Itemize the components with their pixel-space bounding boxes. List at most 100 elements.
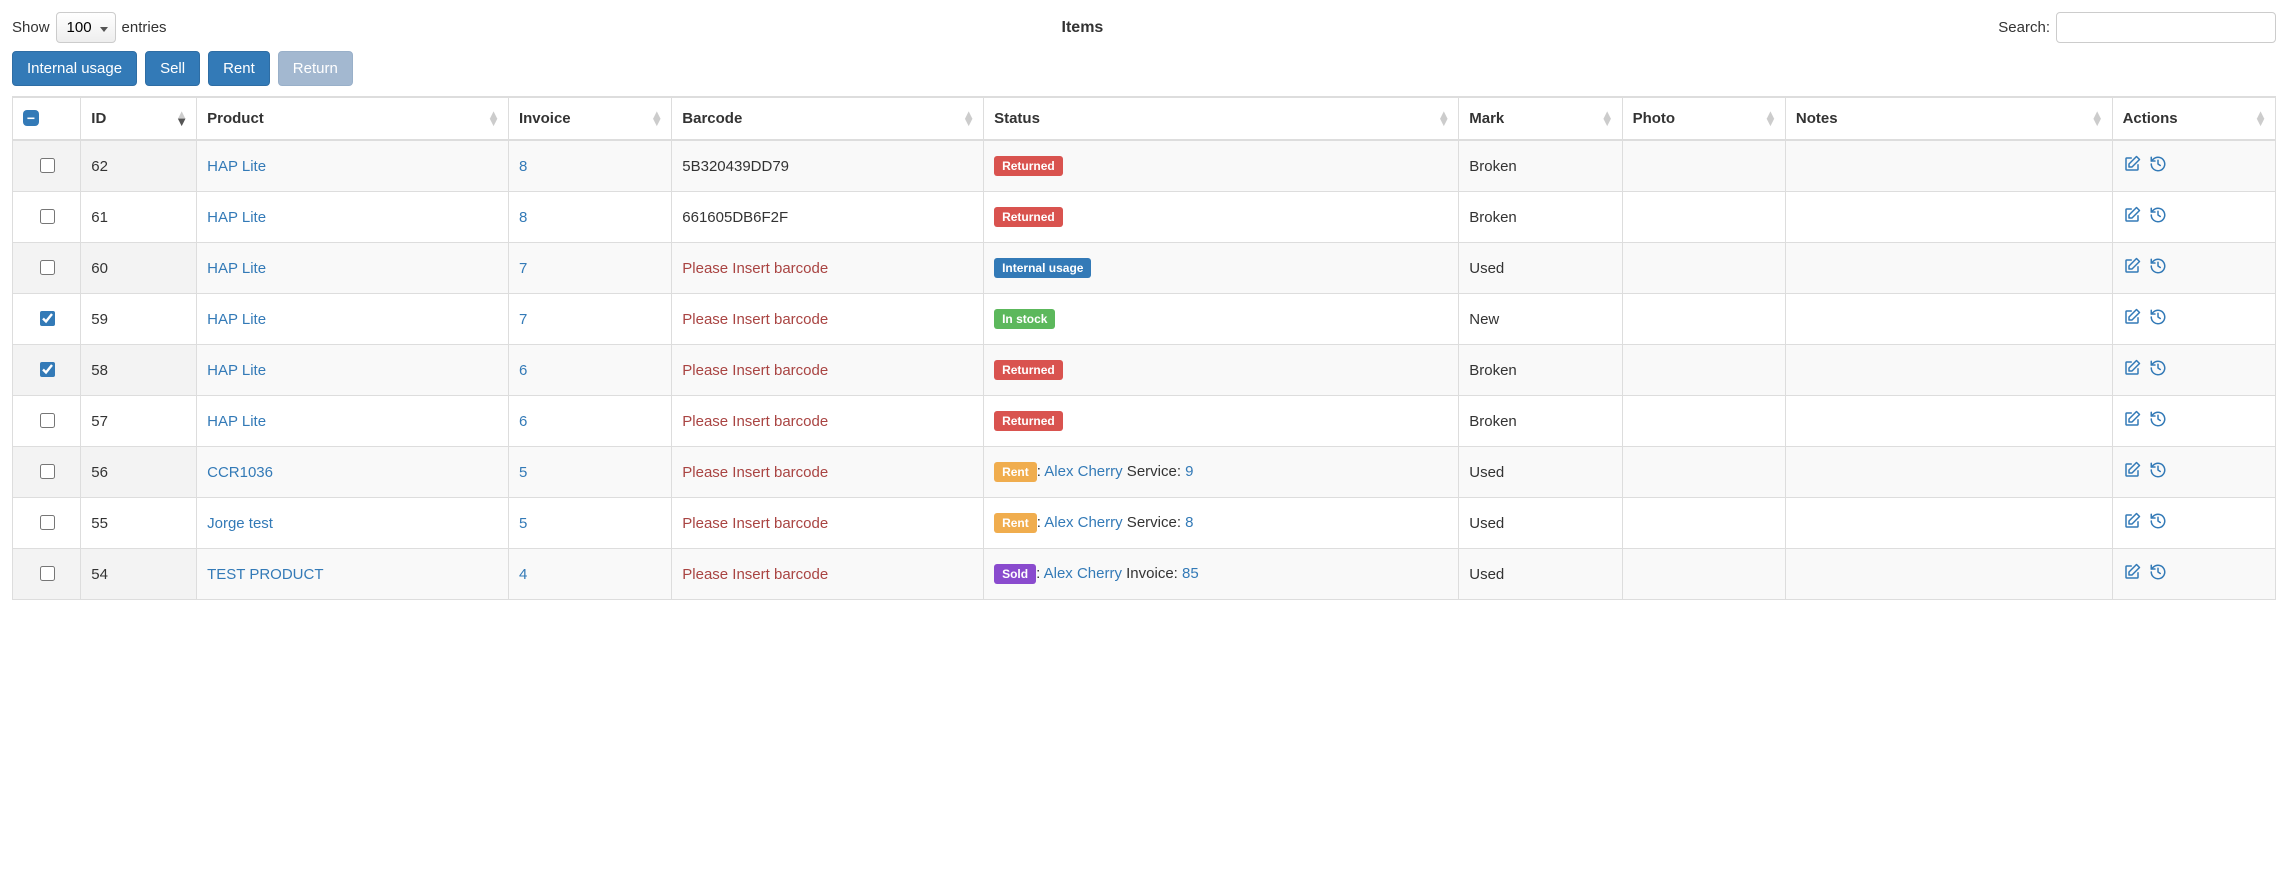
invoice-link[interactable]: 8 (519, 209, 527, 226)
history-icon[interactable] (2149, 155, 2167, 177)
product-link[interactable]: HAP Lite (207, 260, 266, 277)
barcode-missing: Please Insert barcode (682, 515, 828, 532)
row-notes (1785, 498, 2112, 549)
col-invoice[interactable]: Invoice (508, 97, 671, 140)
row-photo (1622, 140, 1785, 192)
customer-link[interactable]: Alex Cherry (1044, 514, 1122, 531)
invoice-link[interactable]: 6 (519, 413, 527, 430)
product-link[interactable]: CCR1036 (207, 464, 273, 481)
history-icon[interactable] (2149, 359, 2167, 381)
invoice-link[interactable]: 5 (519, 464, 527, 481)
invoice-link[interactable]: 7 (519, 311, 527, 328)
row-checkbox[interactable] (40, 515, 55, 530)
product-link[interactable]: HAP Lite (207, 311, 266, 328)
row-notes (1785, 447, 2112, 498)
length-select[interactable]: 100 (56, 12, 116, 43)
row-id: 62 (81, 140, 197, 192)
invoice-link[interactable]: 4 (519, 566, 527, 583)
edit-icon[interactable] (2123, 206, 2141, 228)
invoice-link[interactable]: 5 (519, 515, 527, 532)
sell-button[interactable]: Sell (145, 51, 200, 86)
row-invoice: 7 (508, 243, 671, 294)
row-checkbox[interactable] (40, 413, 55, 428)
barcode-missing: Please Insert barcode (682, 362, 828, 379)
row-photo (1622, 396, 1785, 447)
row-photo (1622, 294, 1785, 345)
history-icon[interactable] (2149, 410, 2167, 432)
row-checkbox[interactable] (40, 209, 55, 224)
row-checkbox[interactable] (40, 566, 55, 581)
row-actions (2112, 294, 2275, 345)
status-badge: Returned (994, 156, 1063, 176)
invoice-link[interactable]: 8 (519, 158, 527, 175)
product-link[interactable]: HAP Lite (207, 362, 266, 379)
col-status[interactable]: Status (984, 97, 1459, 140)
history-icon[interactable] (2149, 512, 2167, 534)
product-link[interactable]: HAP Lite (207, 158, 266, 175)
edit-icon[interactable] (2123, 410, 2141, 432)
row-select-cell (13, 243, 81, 294)
edit-icon[interactable] (2123, 512, 2141, 534)
row-photo (1622, 498, 1785, 549)
row-product: HAP Lite (197, 396, 509, 447)
history-icon[interactable] (2149, 257, 2167, 279)
reference-link[interactable]: 85 (1182, 565, 1199, 582)
table-row: 61HAP Lite8661605DB6F2FReturnedBroken (13, 192, 2276, 243)
edit-icon[interactable] (2123, 461, 2141, 483)
col-id[interactable]: ID (81, 97, 197, 140)
indeterminate-checkbox-icon[interactable] (23, 110, 39, 126)
history-icon[interactable] (2149, 563, 2167, 585)
col-photo[interactable]: Photo (1622, 97, 1785, 140)
table-row: 62HAP Lite85B320439DD79ReturnedBroken (13, 140, 2276, 192)
row-checkbox[interactable] (40, 362, 55, 377)
edit-icon[interactable] (2123, 308, 2141, 330)
row-mark: Broken (1459, 140, 1622, 192)
col-notes[interactable]: Notes (1785, 97, 2112, 140)
row-checkbox[interactable] (40, 158, 55, 173)
invoice-link[interactable]: 6 (519, 362, 527, 379)
row-checkbox[interactable] (40, 311, 55, 326)
select-all-header[interactable] (13, 97, 81, 140)
edit-icon[interactable] (2123, 563, 2141, 585)
rent-button[interactable]: Rent (208, 51, 270, 86)
invoice-link[interactable]: 7 (519, 260, 527, 277)
product-link[interactable]: Jorge test (207, 515, 273, 532)
row-mark: New (1459, 294, 1622, 345)
row-barcode: Please Insert barcode (672, 549, 984, 600)
row-select-cell (13, 294, 81, 345)
col-barcode[interactable]: Barcode (672, 97, 984, 140)
reference-link[interactable]: 9 (1185, 463, 1193, 480)
reference-link[interactable]: 8 (1185, 514, 1193, 531)
internal-usage-button[interactable]: Internal usage (12, 51, 137, 86)
edit-icon[interactable] (2123, 257, 2141, 279)
row-status: Internal usage (984, 243, 1459, 294)
row-checkbox[interactable] (40, 464, 55, 479)
col-mark[interactable]: Mark (1459, 97, 1622, 140)
product-link[interactable]: TEST PRODUCT (207, 566, 323, 583)
history-icon[interactable] (2149, 206, 2167, 228)
customer-link[interactable]: Alex Cherry (1044, 463, 1122, 480)
row-photo (1622, 345, 1785, 396)
row-invoice: 7 (508, 294, 671, 345)
row-mark: Used (1459, 498, 1622, 549)
search-input[interactable] (2056, 12, 2276, 43)
row-status: Sold: Alex Cherry Invoice: 85 (984, 549, 1459, 600)
sort-icon (1764, 111, 1777, 127)
row-notes (1785, 192, 2112, 243)
row-status: Rent: Alex Cherry Service: 9 (984, 447, 1459, 498)
col-product[interactable]: Product (197, 97, 509, 140)
product-link[interactable]: HAP Lite (207, 209, 266, 226)
row-select-cell (13, 345, 81, 396)
history-icon[interactable] (2149, 308, 2167, 330)
edit-icon[interactable] (2123, 155, 2141, 177)
edit-icon[interactable] (2123, 359, 2141, 381)
row-barcode: Please Insert barcode (672, 345, 984, 396)
row-status: Returned (984, 396, 1459, 447)
product-link[interactable]: HAP Lite (207, 413, 266, 430)
return-button[interactable]: Return (278, 51, 353, 86)
row-checkbox[interactable] (40, 260, 55, 275)
history-icon[interactable] (2149, 461, 2167, 483)
status-badge: Sold (994, 564, 1036, 584)
customer-link[interactable]: Alex Cherry (1044, 565, 1122, 582)
col-actions[interactable]: Actions (2112, 97, 2275, 140)
